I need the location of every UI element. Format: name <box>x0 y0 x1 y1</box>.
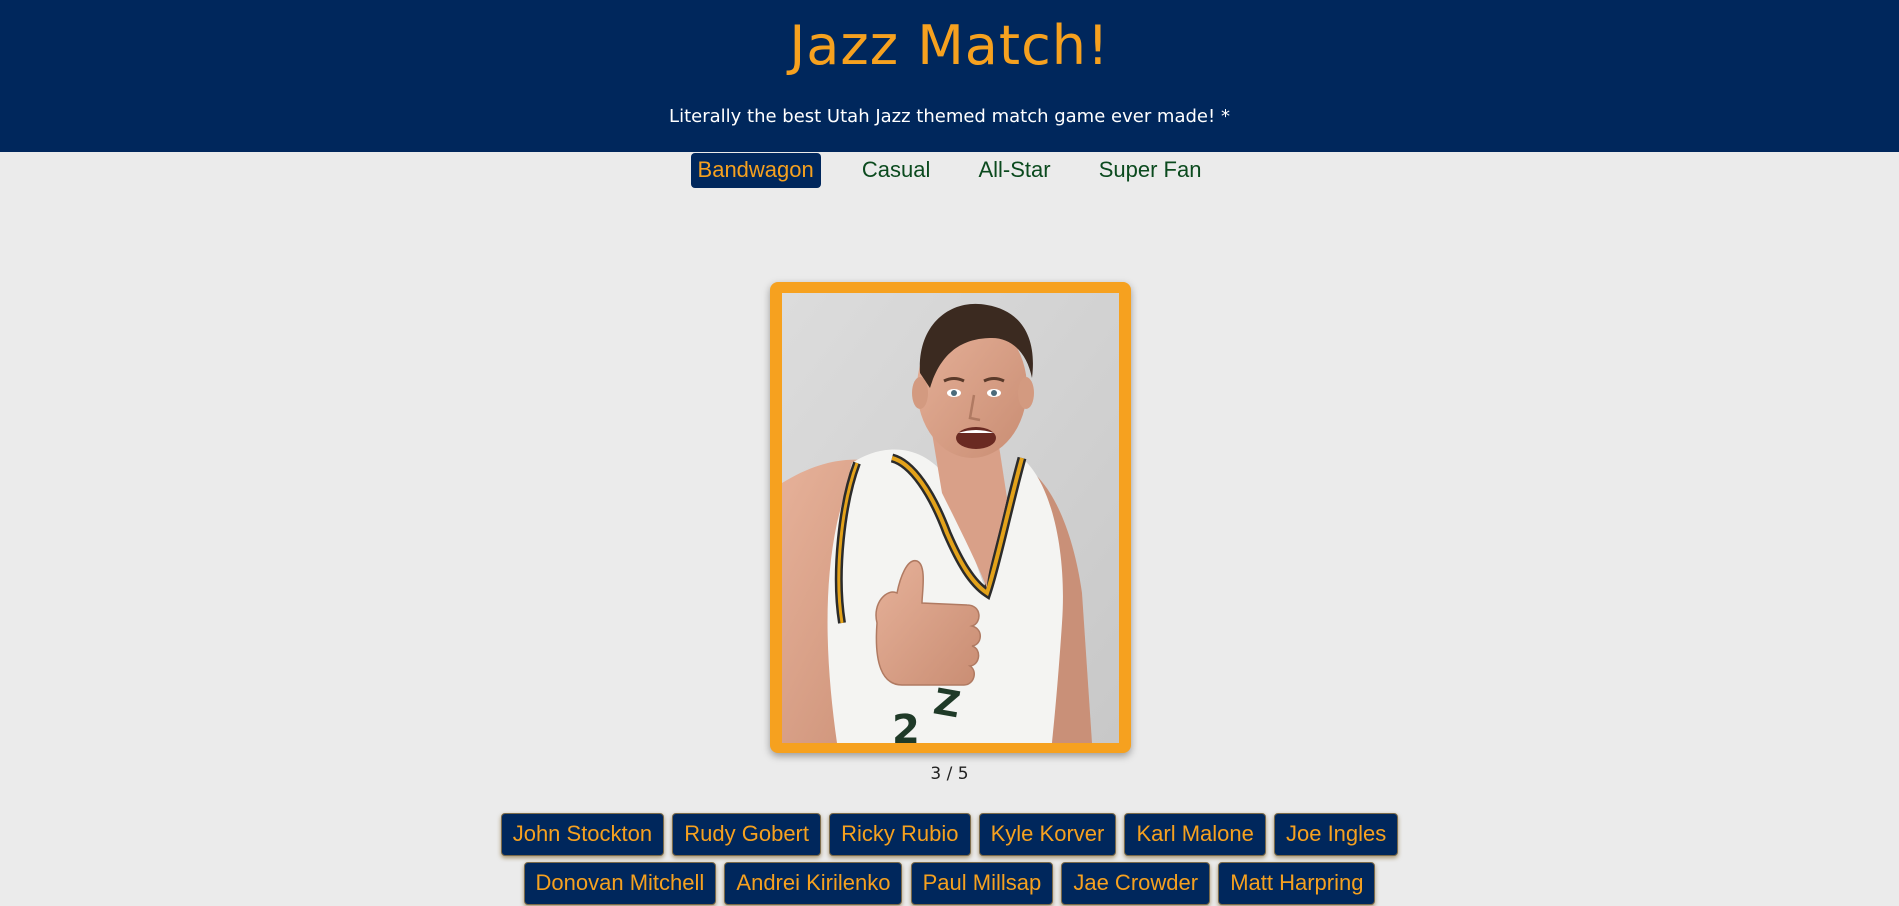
answer-button[interactable]: Karl Malone <box>1124 813 1266 856</box>
answer-row-1: John Stockton Rudy Gobert Ricky Rubio Ky… <box>0 813 1899 856</box>
svg-text:2: 2 <box>892 707 920 743</box>
answer-button[interactable]: Jae Crowder <box>1061 862 1211 905</box>
answer-button[interactable]: Ricky Rubio <box>829 813 971 856</box>
level-tab-casual[interactable]: Casual <box>855 153 937 188</box>
level-tab-super-fan[interactable]: Super Fan <box>1092 153 1209 188</box>
answer-button[interactable]: Rudy Gobert <box>672 813 821 856</box>
page-header: Jazz Match! Literally the best Utah Jazz… <box>0 0 1899 152</box>
answer-button[interactable]: Kyle Korver <box>978 813 1117 856</box>
page-subtitle: Literally the best Utah Jazz themed matc… <box>669 106 1230 127</box>
answer-button[interactable]: Joe Ingles <box>1273 813 1399 856</box>
answer-button[interactable]: John Stockton <box>500 813 665 856</box>
answer-button[interactable]: Donovan Mitchell <box>523 862 717 905</box>
answer-button[interactable]: Matt Harpring <box>1218 862 1376 905</box>
answer-button[interactable]: Paul Millsap <box>910 862 1054 905</box>
player-photo-image: Z 2 <box>782 293 1119 743</box>
progress-counter: 3 / 5 <box>930 764 969 784</box>
answer-row-2: Donovan Mitchell Andrei Kirilenko Paul M… <box>0 862 1899 905</box>
player-card: Z 2 <box>770 282 1131 753</box>
page-title: Jazz Match! <box>789 14 1110 77</box>
answer-button[interactable]: Andrei Kirilenko <box>724 862 903 905</box>
level-tab-all-star[interactable]: All-Star <box>971 153 1057 188</box>
player-photo: Z 2 <box>782 293 1119 743</box>
difficulty-nav: Bandwagon Casual All-Star Super Fan <box>0 153 1899 188</box>
level-tab-bandwagon[interactable]: Bandwagon <box>690 153 821 188</box>
